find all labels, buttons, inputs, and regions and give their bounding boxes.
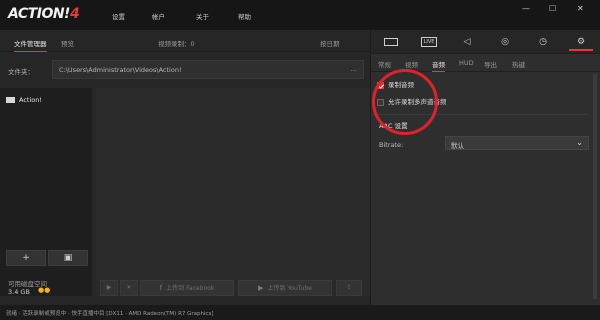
sort-by-date-dropdown[interactable]: 按日期 [320, 38, 340, 48]
preview-area [96, 88, 370, 296]
title-bar: ACTION!4 设置 帐户 关于 帮助 — ☐ ✕ [0, 0, 600, 30]
folder-path-text: C:\Users\Administrator\Videos\Action! [59, 66, 182, 74]
import-button[interactable]: ▣ [48, 250, 88, 266]
menu-account[interactable]: 帐户 [152, 11, 165, 21]
close-button[interactable]: ✕ [577, 4, 584, 13]
left-tab-bar: 文件管理器 预览 视频录制：0 按日期 [0, 30, 370, 52]
upload-youtube-button[interactable]: ▶ 上传到 YouTube [238, 280, 332, 296]
tab-file-manager[interactable]: 文件管理器 [14, 38, 47, 52]
timer-tab[interactable]: ◷ [531, 33, 555, 51]
folder-path-field[interactable]: C:\Users\Administrator\Videos\Action! ..… [52, 60, 364, 79]
bitrate-value: 默认 [451, 142, 464, 150]
disk-space-value: 3.4 GB [8, 288, 30, 296]
tab-hud[interactable]: HUD [459, 59, 474, 67]
app-logo: ACTION!4 [8, 6, 80, 22]
screenshot-tab[interactable]: ◎ [493, 33, 517, 51]
folder-row: 文件夹： C:\Users\Administrator\Videos\Actio… [0, 60, 370, 80]
tab-audio[interactable]: 音频 [432, 59, 445, 72]
live-icon: LIVE [420, 36, 438, 47]
file-list-toolbar: + ▣ [0, 250, 92, 272]
video-icon [384, 37, 398, 46]
list-item[interactable]: Action! [6, 96, 90, 108]
disk-status-indicator: ●● [38, 286, 51, 294]
youtube-icon: ▶ [258, 284, 264, 292]
gear-icon: ⚙ [576, 37, 586, 47]
live-tab[interactable]: LIVE [417, 33, 441, 51]
bitrate-label: Bitrate: [379, 141, 404, 149]
tab-video[interactable]: 视频 [405, 59, 418, 69]
file-name: Action! [19, 96, 42, 104]
scrollbar-thumb[interactable] [593, 74, 597, 299]
camera-icon: ◎ [501, 37, 509, 47]
tab-preview[interactable]: 预览 [61, 38, 74, 48]
tab-hotkeys[interactable]: 热键 [512, 59, 525, 69]
status-bar: 就绪 · 活跃录制或预览中 · 快手直播中目 [DX11 · AMD Radeo… [0, 305, 600, 320]
maximize-button[interactable]: ☐ [549, 4, 556, 13]
menu-about[interactable]: 关于 [196, 11, 209, 21]
tab-general[interactable]: 常规 [378, 59, 391, 69]
delete-button[interactable]: ✕ [120, 280, 138, 296]
menu-help[interactable]: 帮助 [238, 11, 251, 21]
video-recording-count: 视频录制：0 [158, 40, 195, 48]
mode-tab-bar: LIVE ◁ ◎ ◷ ⚙ [371, 30, 600, 54]
folder-icon [6, 97, 15, 103]
file-manager-panel: 文件管理器 预览 视频录制：0 按日期 文件夹： C:\Users\Admini… [0, 30, 370, 305]
import-icon: ▣ [63, 253, 73, 263]
play-button[interactable]: ▶ [100, 280, 118, 296]
minimize-button[interactable]: — [522, 4, 530, 13]
settings-scrollbar[interactable] [593, 74, 597, 299]
speaker-icon: ◁ [463, 37, 471, 47]
browse-folder-button[interactable]: ... [351, 65, 357, 73]
audio-tab[interactable]: ◁ [455, 33, 479, 51]
chevron-down-icon: ⌄ [576, 138, 583, 147]
annotation-circle [372, 69, 438, 135]
stopwatch-icon: ◷ [539, 37, 547, 47]
facebook-icon: f [159, 284, 163, 292]
tab-export[interactable]: 导出 [484, 59, 497, 69]
add-button[interactable]: + [6, 250, 46, 266]
video-tab[interactable] [379, 33, 403, 51]
upload-facebook-button[interactable]: f 上传到 Facebook [140, 280, 234, 296]
settings-tab[interactable]: ⚙ [569, 33, 593, 51]
bitrate-dropdown[interactable]: 默认 ⌄ [445, 136, 589, 150]
folder-label: 文件夹： [8, 68, 34, 76]
share-button[interactable]: ⇪ [336, 280, 362, 296]
file-action-bar: ▶ ✕ f 上传到 Facebook ▶ 上传到 YouTube ⇪ [100, 280, 370, 298]
menu-settings[interactable]: 设置 [112, 11, 125, 21]
